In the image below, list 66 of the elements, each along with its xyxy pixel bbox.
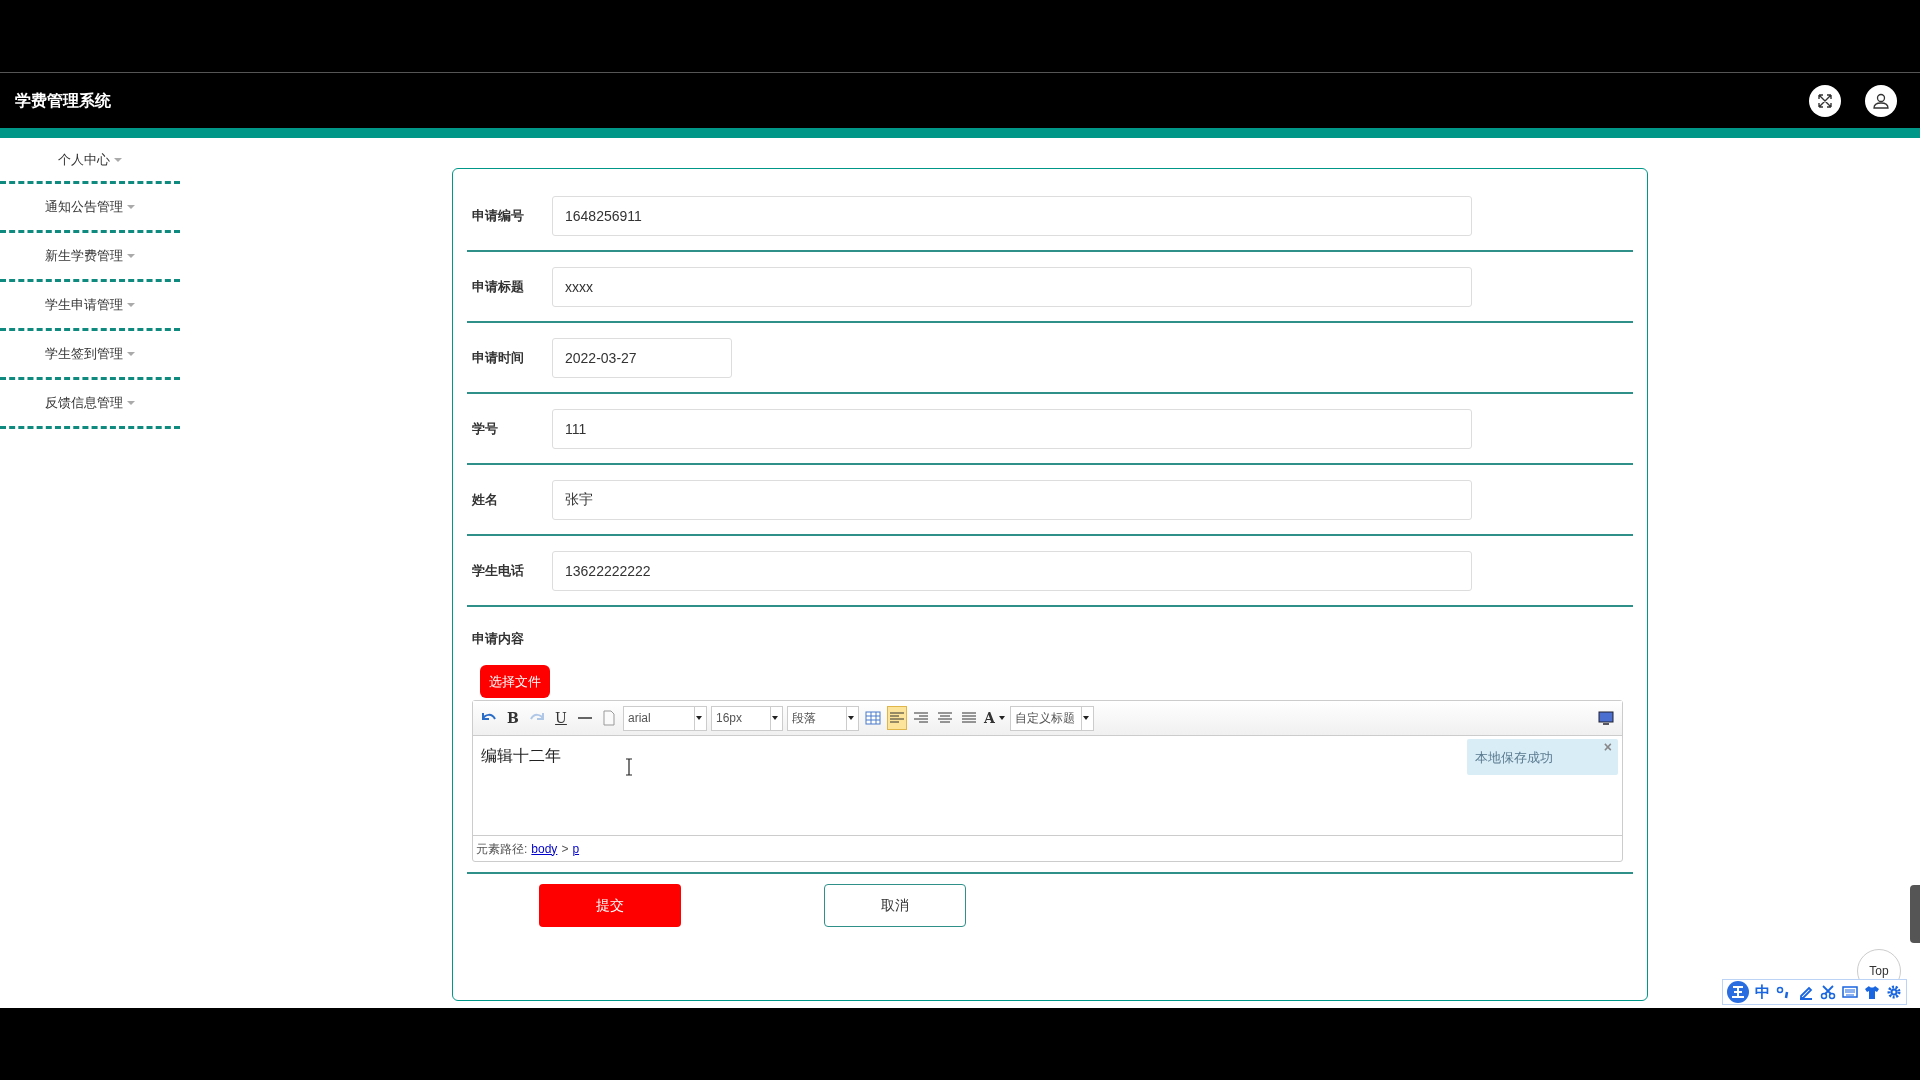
caret-icon — [1082, 716, 1089, 720]
editor-text[interactable]: 编辑十二年 — [481, 747, 561, 764]
horizontal-line-icon — [578, 717, 592, 719]
gear-icon[interactable] — [1886, 984, 1902, 1000]
field-label: 学号 — [472, 419, 499, 438]
undo-icon — [482, 713, 496, 723]
field-label: 申请时间 — [472, 348, 525, 367]
pen-icon[interactable] — [1798, 984, 1814, 1000]
ime-mode-button[interactable]: 中 — [1755, 980, 1770, 1004]
path-link[interactable]: p — [572, 839, 580, 858]
toolbar-dropdown[interactable]: 段落 — [787, 705, 859, 731]
input-field[interactable]: 张宇 — [552, 479, 1472, 520]
monitor-icon — [1598, 710, 1614, 726]
user-icon — [1872, 91, 1890, 110]
scissors-icon[interactable] — [1820, 984, 1836, 1000]
input-field[interactable]: 13622222222 — [552, 550, 1472, 591]
toolbar-dropdown[interactable]: arial — [623, 705, 707, 731]
sidebar-item[interactable]: 通知公告管理 — [0, 184, 180, 233]
fullscreen-button[interactable] — [1809, 84, 1841, 117]
cancel-button[interactable]: 取消 — [824, 884, 966, 927]
ime-logo-icon[interactable] — [1727, 981, 1749, 1003]
toolbar-button[interactable] — [887, 706, 907, 730]
toolbar-button[interactable]: U — [551, 706, 571, 730]
notification-text: 本地保存成功 — [1475, 750, 1553, 765]
date-field[interactable]: 2022-03-27 — [552, 337, 732, 378]
path-label: 元素路径: — [476, 840, 528, 858]
submit-button[interactable]: 提交 — [539, 884, 681, 927]
sidebar-item[interactable]: 新生学费管理 — [0, 233, 180, 282]
caret-icon — [127, 205, 135, 209]
field-label: 申请标题 — [472, 277, 525, 296]
user-button[interactable] — [1865, 84, 1897, 117]
path-separator: > — [561, 840, 569, 858]
field-label: 学生电话 — [472, 561, 525, 580]
toolbar-button[interactable]: A — [983, 706, 1006, 730]
sidebar-item[interactable]: 个人中心 — [0, 138, 180, 184]
toolbar-dropdown[interactable]: 自定义标题 — [1009, 705, 1094, 731]
input-field[interactable]: xxxx — [552, 266, 1472, 307]
expand-arrows-icon — [1817, 92, 1833, 109]
text-cursor-icon — [625, 758, 633, 776]
field-label: 申请编号 — [472, 206, 525, 225]
field-label: 姓名 — [472, 490, 499, 509]
toolbar-dropdown[interactable]: 16px — [711, 705, 783, 731]
table-icon — [864, 709, 882, 727]
sidebar-item[interactable]: 学生签到管理 — [0, 331, 180, 380]
caret-icon — [998, 716, 1005, 720]
input-field[interactable]: 1648256911 — [552, 195, 1472, 236]
caret-icon — [772, 716, 778, 720]
sidebar-item[interactable]: 反馈信息管理 — [0, 380, 180, 429]
toolbar-button[interactable]: B — [503, 706, 523, 730]
caret-icon — [114, 157, 122, 162]
shirt-icon[interactable] — [1864, 984, 1880, 1000]
app-title: 学费管理系统 — [15, 90, 111, 111]
redo-icon — [530, 713, 544, 723]
caret-icon — [127, 401, 135, 405]
caret-icon — [127, 254, 135, 258]
input-field[interactable]: 111 — [552, 408, 1472, 449]
path-link[interactable]: body — [531, 839, 558, 858]
choose-file-button[interactable]: 选择文件 — [480, 664, 550, 698]
page-icon — [600, 709, 618, 727]
field-label: 申请内容 — [472, 630, 525, 648]
caret-icon — [848, 716, 854, 720]
caret-icon — [696, 716, 702, 720]
keyboard-icon[interactable] — [1842, 984, 1858, 1000]
sidebar-item[interactable]: 学生申请管理 — [0, 282, 180, 331]
caret-icon — [127, 303, 135, 307]
caret-icon — [127, 352, 135, 356]
